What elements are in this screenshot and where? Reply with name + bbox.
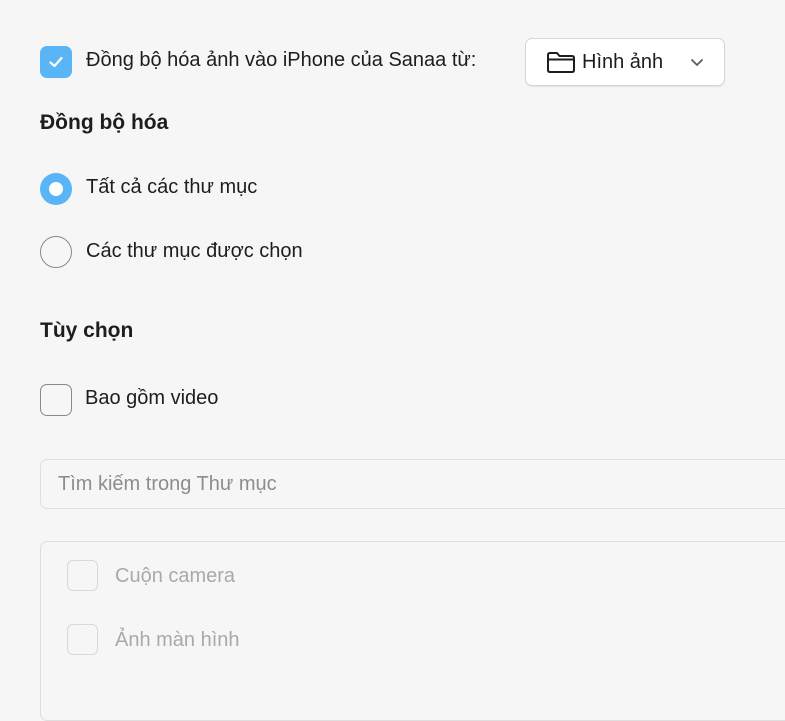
folder-label-camera-roll: Cuộn camera xyxy=(115,565,236,587)
radio-selected-folders[interactable] xyxy=(40,236,72,268)
folder-checkbox-screenshots[interactable] xyxy=(67,624,98,655)
sync-photos-label: Đồng bộ hóa ảnh vào iPhone của Sanaa từ: xyxy=(86,49,477,71)
radio-selected-dot xyxy=(49,182,63,196)
photo-source-dropdown[interactable]: Hình ảnh xyxy=(525,38,725,86)
photo-source-value: Hình ảnh xyxy=(582,50,664,73)
folder-checkbox-camera-roll[interactable] xyxy=(67,560,98,591)
sync-photos-checkbox[interactable] xyxy=(40,46,72,78)
folder-list: Cuộn camera Ảnh màn hình xyxy=(40,541,785,721)
folder-search-input[interactable] xyxy=(41,460,785,508)
folder-label-screenshots: Ảnh màn hình xyxy=(115,629,240,651)
sync-section-heading: Đồng bộ hóa xyxy=(40,111,169,134)
folder-icon xyxy=(546,50,576,74)
options-section-heading: Tùy chọn xyxy=(40,319,134,342)
radio-selected-folders-label: Các thư mục được chọn xyxy=(86,240,303,262)
include-video-label: Bao gồm video xyxy=(85,387,219,409)
folder-search-field[interactable] xyxy=(40,459,785,509)
include-video-checkbox[interactable] xyxy=(40,384,72,416)
radio-all-folders[interactable] xyxy=(40,173,72,205)
chevron-down-icon xyxy=(690,57,704,67)
radio-all-folders-label: Tất cả các thư mục xyxy=(86,176,258,198)
checkmark-icon xyxy=(49,56,63,68)
